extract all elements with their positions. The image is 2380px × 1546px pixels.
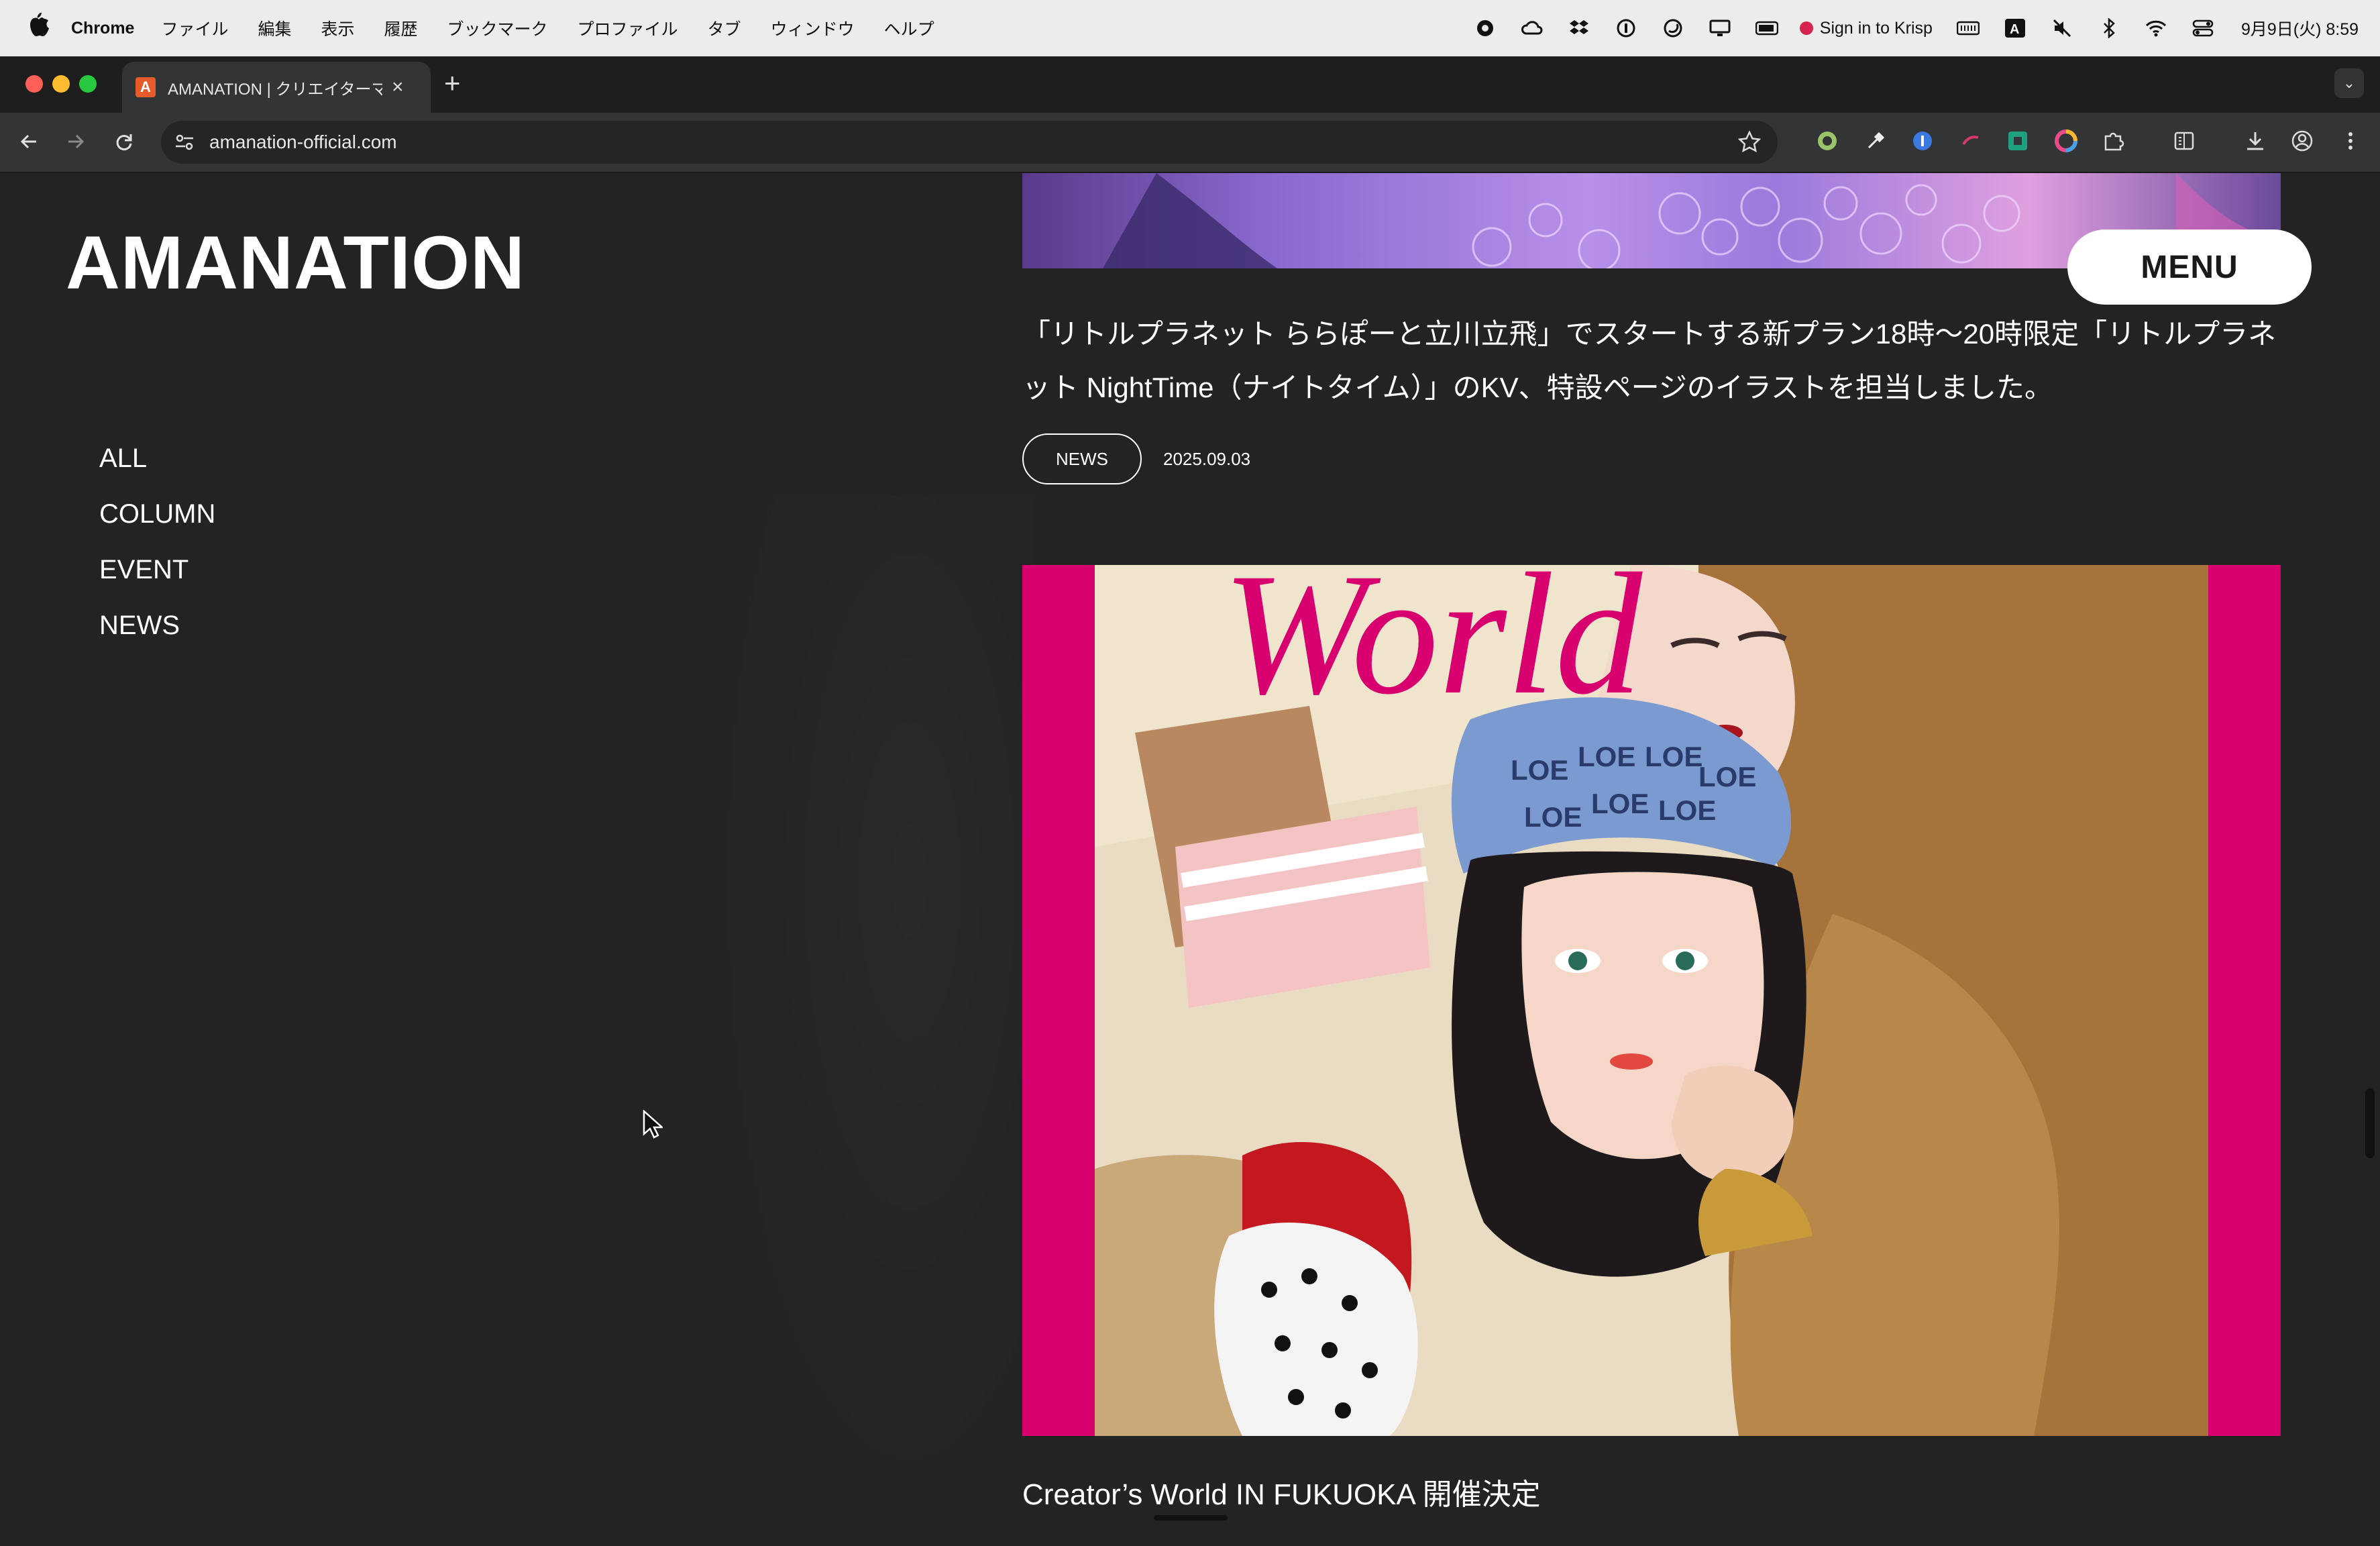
onepassword-icon[interactable] — [1615, 17, 1637, 40]
reload-icon[interactable] — [109, 126, 140, 157]
window-close-button[interactable] — [25, 75, 43, 93]
tab-close-icon[interactable]: × — [392, 76, 404, 99]
eyedropper-icon[interactable] — [1862, 127, 1889, 154]
window-zoom-button[interactable] — [79, 75, 97, 93]
menu-view[interactable]: 表示 — [321, 16, 355, 40]
nav-item-event[interactable]: EVENT — [99, 553, 215, 609]
menu-button[interactable]: MENU — [2067, 229, 2312, 305]
ring-app-icon[interactable] — [1662, 17, 1684, 40]
extension-teal-icon[interactable] — [2004, 127, 2031, 154]
onepassword-extension-icon[interactable] — [1909, 127, 1936, 154]
url-text[interactable]: amanation-official.com — [209, 132, 397, 153]
site-info-icon[interactable] — [173, 131, 196, 154]
svg-text:LOE: LOE — [1524, 801, 1582, 833]
menu-items: Chrome ファイル 編集 表示 履歴 ブックマーク プロファイル タブ ウィ… — [71, 0, 964, 56]
tab-strip: A AMANATION | クリエイターマネ × + ⌄ — [0, 56, 2380, 113]
tab-title: AMANATION | クリエイターマネ — [168, 80, 382, 99]
menu-history[interactable]: 履歴 — [384, 16, 418, 40]
site-logo[interactable]: AMANATION — [66, 225, 525, 301]
extension-pink-icon[interactable] — [1957, 127, 1984, 154]
record-icon[interactable] — [1474, 17, 1497, 40]
svg-text:LOE: LOE — [1591, 788, 1649, 819]
svg-text:A: A — [2010, 22, 2019, 37]
forward-arrow-icon[interactable] — [60, 126, 91, 157]
svg-text:LOE: LOE — [1658, 794, 1716, 826]
color-wheel-icon[interactable] — [2053, 127, 2079, 154]
category-nav: ALL COLUMN EVENT NEWS — [99, 442, 215, 664]
site-favicon: A — [136, 77, 156, 97]
keyboard-layout-icon[interactable] — [1956, 17, 1980, 40]
new-tab-button[interactable]: + — [444, 67, 461, 99]
art-world-text: World — [1222, 565, 1645, 731]
svg-text:LOE: LOE — [1578, 741, 1635, 772]
krisp-icon — [1799, 21, 1813, 35]
nav-item-column[interactable]: COLUMN — [99, 497, 215, 553]
reading-list-icon[interactable] — [2171, 127, 2198, 154]
svg-text:LOE: LOE — [1511, 754, 1568, 786]
background-figure — [724, 495, 1033, 1461]
menu-bookmarks[interactable]: ブックマーク — [447, 16, 548, 40]
illustration-shapes: LOE LOE LOE LOELOE LOE LOE World — [1095, 565, 2208, 1436]
scroll-hint-bar — [1154, 1515, 1228, 1521]
krisp-signin[interactable]: Sign in to Krisp — [1798, 19, 1933, 38]
mouse-cursor-icon — [643, 1110, 663, 1139]
menu-tab[interactable]: タブ — [708, 16, 741, 40]
menu-profiles[interactable]: プロファイル — [578, 16, 678, 40]
illustration-two-women: LOE LOE LOE LOE LOE LOE LOE World — [1095, 565, 2208, 1436]
download-icon[interactable] — [2242, 127, 2269, 154]
bluetooth-icon[interactable] — [2098, 17, 2120, 40]
browser-toolbar: amanation-official.com — [0, 113, 2380, 173]
battery-icon[interactable] — [1755, 17, 1778, 40]
article-date: 2025.09.03 — [1163, 449, 1251, 469]
cloud-sync-icon[interactable] — [1521, 17, 1544, 40]
svg-text:LOE: LOE — [1698, 761, 1756, 792]
menubar-clock[interactable]: 9月9日(火) 8:59 — [2241, 16, 2359, 40]
nav-item-news[interactable]: NEWS — [99, 609, 215, 664]
krisp-label: Sign in to Krisp — [1819, 18, 1933, 38]
tab-search-chevron-icon[interactable]: ⌄ — [2334, 68, 2364, 98]
profile-avatar-icon[interactable] — [2289, 127, 2316, 154]
macos-menubar: Chrome ファイル 編集 表示 履歴 ブックマーク プロファイル タブ ウィ… — [0, 0, 2380, 56]
control-center-icon[interactable] — [2192, 17, 2214, 40]
apple-icon[interactable] — [27, 12, 50, 42]
menu-window[interactable]: ウィンドウ — [771, 16, 855, 40]
extensions-puzzle-icon[interactable] — [2100, 127, 2126, 154]
web-page: AMANATION ALL COLUMN EVENT NEWS MENU 「リト… — [0, 173, 2380, 1546]
display-icon[interactable] — [1709, 17, 1731, 40]
wifi-icon[interactable] — [2145, 17, 2167, 40]
bookmark-star-icon[interactable] — [1736, 129, 1763, 156]
article-image-creators-world[interactable]: LOE LOE LOE LOE LOE LOE LOE World — [1022, 565, 2281, 1436]
back-arrow-icon[interactable] — [13, 126, 44, 157]
mute-icon[interactable] — [2051, 17, 2073, 40]
nav-item-all[interactable]: ALL — [99, 442, 215, 497]
more-menu-icon[interactable] — [2337, 127, 2364, 154]
svg-text:LOE: LOE — [1645, 741, 1702, 772]
article-title[interactable]: 「リトルプラネット ららぽーと立川立飛」でスタートする新プラン18時〜20時限定… — [1022, 307, 2281, 415]
menu-edit[interactable]: 編集 — [258, 16, 291, 40]
address-bar[interactable]: amanation-official.com — [161, 121, 1778, 164]
scrollbar-thumb[interactable] — [2365, 1088, 2375, 1158]
status-area: Sign in to Krisp A 9月9日(火) 8:59 — [1450, 0, 2380, 56]
article-title-creators-world[interactable]: Creator’s World IN FUKUOKA 開催決定 — [1022, 1475, 1541, 1515]
extension-green-icon[interactable] — [1814, 127, 1841, 154]
window-minimize-button[interactable] — [52, 75, 70, 93]
menu-help[interactable]: ヘルプ — [884, 16, 934, 40]
news-tag-button[interactable]: NEWS — [1022, 433, 1142, 484]
dropbox-icon[interactable] — [1568, 17, 1590, 40]
tab-active[interactable]: A AMANATION | クリエイターマネ × — [122, 62, 431, 113]
menu-app-name[interactable]: Chrome — [71, 19, 134, 38]
input-source-icon[interactable]: A — [2004, 17, 2026, 40]
menu-file[interactable]: ファイル — [161, 16, 228, 40]
